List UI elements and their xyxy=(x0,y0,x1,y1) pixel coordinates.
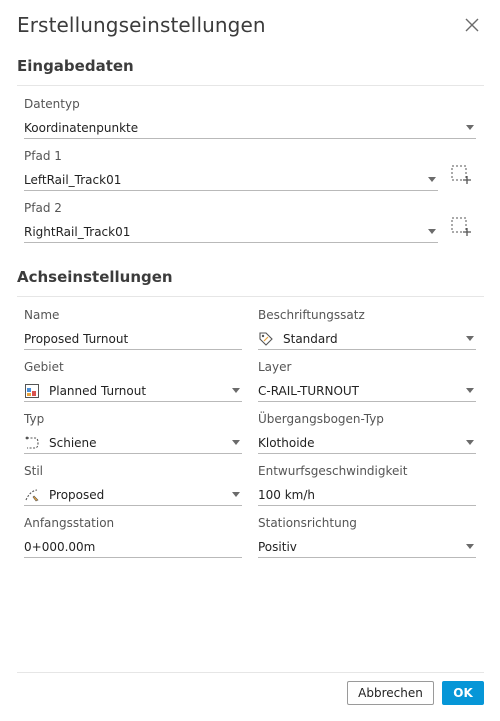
close-icon xyxy=(465,18,479,32)
name-label: Name xyxy=(24,308,60,322)
section-divider xyxy=(17,85,484,86)
spiral-type-field: Übergangsbogen-Typ Klothoide xyxy=(258,411,476,454)
style-icon xyxy=(24,487,40,503)
path2-dropdown[interactable]: RightRail_Track01 xyxy=(24,221,438,243)
path2-field: Pfad 2 RightRail_Track01 xyxy=(24,200,438,243)
layer-value: C-RAIL-TURNOUT xyxy=(258,383,359,398)
chevron-down-icon[interactable] xyxy=(232,440,240,445)
spiral-type-label: Übergangsbogen-Typ xyxy=(258,412,384,426)
label-set-label: Beschriftungssatz xyxy=(258,308,365,322)
design-speed-label: Entwurfsgeschwindigkeit xyxy=(258,464,408,478)
start-station-label: Anfangsstation xyxy=(24,516,115,530)
path2-label: Pfad 2 xyxy=(24,201,62,215)
path1-field: Pfad 1 LeftRail_Track01 xyxy=(24,148,438,191)
path1-value: LeftRail_Track01 xyxy=(24,172,122,187)
layer-field: Layer C-RAIL-TURNOUT xyxy=(258,359,476,402)
type-label: Typ xyxy=(24,412,45,426)
chevron-down-icon[interactable] xyxy=(466,440,474,445)
datatype-field: Datentyp Koordinatenpunkte xyxy=(24,96,476,139)
dialog-title: Erstellungseinstellungen xyxy=(17,13,266,37)
chevron-down-icon[interactable] xyxy=(428,177,436,182)
chevron-down-icon[interactable] xyxy=(232,492,240,497)
layer-label: Layer xyxy=(258,360,292,374)
cancel-button[interactable]: Abbrechen xyxy=(347,681,434,705)
start-station-input[interactable]: 0+000.00m xyxy=(24,536,242,558)
style-label: Stil xyxy=(24,464,43,478)
type-field: Typ Schiene xyxy=(24,411,242,454)
style-value: Proposed xyxy=(49,487,105,502)
label-tag-icon xyxy=(258,331,274,347)
datatype-label: Datentyp xyxy=(24,97,80,111)
name-field: Name Proposed Turnout xyxy=(24,307,242,350)
datatype-value: Koordinatenpunkte xyxy=(24,120,139,135)
layer-dropdown[interactable]: C-RAIL-TURNOUT xyxy=(258,380,476,402)
site-dropdown[interactable]: Planned Turnout xyxy=(24,380,242,402)
section-title-axis: Achseinstellungen xyxy=(17,268,173,286)
chevron-down-icon[interactable] xyxy=(466,336,474,341)
path1-label: Pfad 1 xyxy=(24,149,62,163)
site-value: Planned Turnout xyxy=(49,383,147,398)
datatype-dropdown[interactable]: Koordinatenpunkte xyxy=(24,117,476,139)
site-label: Gebiet xyxy=(24,360,64,374)
pick-selection-icon xyxy=(451,165,471,184)
spiral-type-value: Klothoide xyxy=(258,435,315,450)
type-value: Schiene xyxy=(49,435,97,450)
design-speed-input[interactable]: 100 km/h xyxy=(258,484,476,506)
label-set-value: Standard xyxy=(283,331,338,346)
chevron-down-icon[interactable] xyxy=(232,388,240,393)
label-set-field: Beschriftungssatz Standard xyxy=(258,307,476,350)
name-value: Proposed Turnout xyxy=(24,331,129,346)
station-direction-field: Stationsrichtung Positiv xyxy=(258,515,476,558)
chevron-down-icon[interactable] xyxy=(466,125,474,130)
path2-value: RightRail_Track01 xyxy=(24,224,131,239)
chevron-down-icon[interactable] xyxy=(428,229,436,234)
station-direction-label: Stationsrichtung xyxy=(258,516,357,530)
chevron-down-icon[interactable] xyxy=(466,544,474,549)
design-speed-value: 100 km/h xyxy=(258,487,316,502)
style-field: Stil Proposed xyxy=(24,463,242,506)
type-dropdown[interactable]: Schiene xyxy=(24,432,242,454)
pick-selection-icon xyxy=(451,217,471,236)
design-speed-field: Entwurfsgeschwindigkeit 100 km/h xyxy=(258,463,476,506)
close-button[interactable] xyxy=(460,13,484,37)
section-title-input: Eingabedaten xyxy=(17,57,134,75)
ok-button[interactable]: OK xyxy=(442,681,484,705)
label-set-dropdown[interactable]: Standard xyxy=(258,328,476,350)
station-direction-dropdown[interactable]: Positiv xyxy=(258,536,476,558)
site-field: Gebiet Planned Turnout xyxy=(24,359,242,402)
name-input[interactable]: Proposed Turnout xyxy=(24,328,242,350)
style-dropdown[interactable]: Proposed xyxy=(24,484,242,506)
site-icon xyxy=(24,383,40,399)
path1-dropdown[interactable]: LeftRail_Track01 xyxy=(24,169,438,191)
chevron-down-icon[interactable] xyxy=(466,388,474,393)
start-station-value: 0+000.00m xyxy=(24,539,96,554)
start-station-field: Anfangsstation 0+000.00m xyxy=(24,515,242,558)
spiral-type-dropdown[interactable]: Klothoide xyxy=(258,432,476,454)
rail-type-icon xyxy=(24,435,40,451)
path2-pick-button[interactable] xyxy=(450,216,472,238)
station-direction-value: Positiv xyxy=(258,539,297,554)
footer-divider xyxy=(17,672,484,673)
section-divider xyxy=(17,296,484,297)
path1-pick-button[interactable] xyxy=(450,164,472,186)
